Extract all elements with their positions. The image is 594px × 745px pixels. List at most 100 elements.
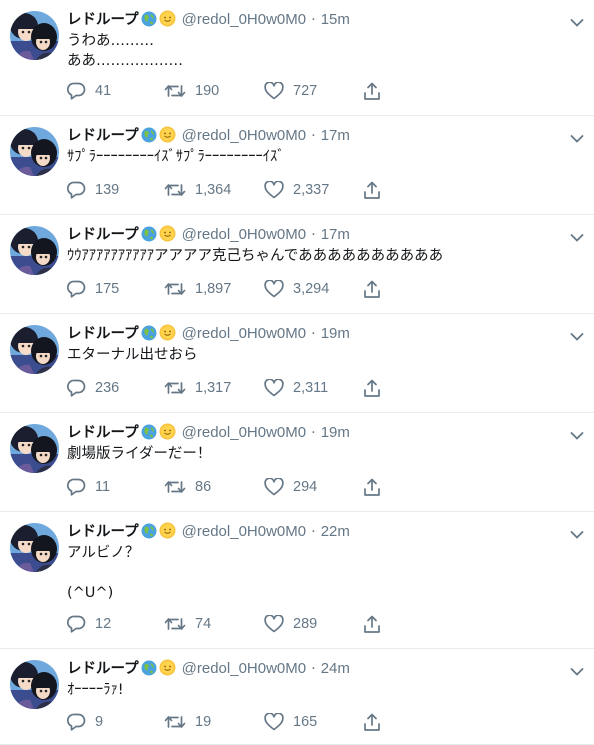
like-button[interactable]: 3,294	[264, 278, 329, 300]
user-handle[interactable]: @redol_0H0w0M0	[182, 325, 306, 342]
avatar[interactable]	[10, 226, 59, 275]
avatar[interactable]	[10, 11, 59, 60]
user-handle[interactable]: @redol_0H0w0M0	[182, 523, 306, 540]
retweet-icon	[164, 82, 186, 100]
retweet-button[interactable]: 190	[164, 80, 219, 102]
separator-dot: ·	[311, 227, 316, 243]
display-name[interactable]: レドループ	[67, 128, 139, 144]
retweet-count: 19	[195, 714, 212, 730]
reply-button[interactable]: 9	[67, 711, 103, 733]
like-button[interactable]: 294	[264, 476, 317, 498]
globe-emoji-icon	[141, 523, 157, 546]
display-name[interactable]: レドループ	[67, 227, 139, 243]
display-name[interactable]: レドループ	[67, 326, 139, 342]
user-handle[interactable]: @redol_0H0w0M0	[182, 424, 306, 441]
retweet-button[interactable]: 74	[164, 613, 211, 635]
retweet-button[interactable]: 19	[164, 711, 211, 733]
retweet-icon	[164, 181, 186, 199]
reply-icon	[67, 280, 86, 298]
heart-icon	[264, 280, 284, 298]
user-handle[interactable]: @redol_0H0w0M0	[182, 11, 306, 28]
share-button[interactable]	[363, 179, 381, 201]
share-icon	[363, 615, 381, 634]
reply-icon	[67, 379, 86, 397]
reply-button[interactable]: 12	[67, 613, 111, 635]
like-count: 294	[293, 479, 318, 495]
tweet[interactable]: レドループ @redol_0H0w0M0 · 24m ｵｰｰｰｰﾗｧ! 9 19 16…	[0, 649, 594, 745]
retweet-count: 86	[195, 479, 212, 495]
timestamp[interactable]: 19m	[321, 424, 350, 441]
share-button[interactable]	[363, 711, 381, 733]
tweet-header: レドループ @redol_0H0w0M0 · 17m	[67, 125, 350, 147]
reply-button[interactable]: 41	[67, 80, 111, 102]
reply-button[interactable]: 11	[67, 476, 110, 498]
display-name[interactable]: レドループ	[67, 661, 139, 677]
avatar[interactable]	[10, 325, 59, 374]
share-button[interactable]	[363, 278, 381, 300]
reply-count: 236	[95, 380, 120, 396]
tweet-text: ｻﾌﾟﾗｰｰｰｰｰｰｰｰｲｽﾞｻﾌﾟﾗｰｰｰｰｰｰｰｰｲｽﾞ	[67, 149, 285, 165]
avatar[interactable]	[10, 424, 59, 473]
like-button[interactable]: 727	[264, 80, 317, 102]
share-button[interactable]	[363, 476, 381, 498]
reply-count: 9	[95, 714, 104, 730]
reply-icon	[67, 181, 86, 199]
heart-icon	[264, 615, 284, 633]
share-button[interactable]	[363, 613, 381, 635]
timestamp[interactable]: 17m	[321, 226, 350, 243]
tweet-header: レドループ @redol_0H0w0M0 · 22m	[67, 521, 350, 543]
timestamp[interactable]: 24m	[321, 660, 350, 677]
retweet-count: 1,317	[195, 380, 232, 396]
separator-dot: ·	[311, 326, 316, 342]
sun-emoji-icon	[159, 659, 176, 683]
retweet-button[interactable]: 1,364	[164, 179, 231, 201]
chevron-down-icon[interactable]	[570, 525, 584, 544]
reply-button[interactable]: 175	[67, 278, 119, 300]
retweet-icon	[164, 379, 186, 397]
tweet[interactable]: レドループ @redol_0H0w0M0 · 19m 劇場版ライダーだー！ 11 86…	[0, 413, 594, 512]
tweet[interactable]: レドループ @redol_0H0w0M0 · 22m アルビノ？ (^U^) 12 7…	[0, 512, 594, 649]
avatar[interactable]	[10, 127, 59, 176]
like-button[interactable]: 289	[264, 613, 317, 635]
timestamp[interactable]: 17m	[321, 127, 350, 144]
like-button[interactable]: 165	[264, 711, 317, 733]
chevron-down-icon[interactable]	[570, 426, 584, 445]
separator-dot: ·	[311, 425, 316, 441]
share-icon	[363, 478, 381, 497]
avatar[interactable]	[10, 523, 59, 572]
chevron-down-icon[interactable]	[570, 662, 584, 681]
reply-button[interactable]: 139	[67, 179, 119, 201]
retweet-button[interactable]: 1,317	[164, 377, 231, 399]
retweet-button[interactable]: 86	[164, 476, 211, 498]
share-button[interactable]	[363, 377, 381, 399]
tweet[interactable]: レドループ @redol_0H0w0M0 · 19m エターナル出せおら 236 1,…	[0, 314, 594, 413]
retweet-icon	[164, 713, 186, 731]
timestamp[interactable]: 22m	[321, 523, 350, 540]
user-handle[interactable]: @redol_0H0w0M0	[182, 660, 306, 677]
tweet[interactable]: レドループ @redol_0H0w0M0 · 17m ｳｳｱｱｱｱｱｱｱｱｱｱアアアア…	[0, 215, 594, 314]
avatar[interactable]	[10, 660, 59, 709]
like-button[interactable]: 2,337	[264, 179, 329, 201]
retweet-icon	[164, 615, 186, 633]
user-handle[interactable]: @redol_0H0w0M0	[182, 226, 306, 243]
tweet[interactable]: レドループ @redol_0H0w0M0 · 17m ｻﾌﾟﾗｰｰｰｰｰｰｰｰｲｽﾞｻ…	[0, 116, 594, 215]
retweet-count: 74	[195, 616, 212, 632]
chevron-down-icon[interactable]	[570, 13, 584, 32]
display-name[interactable]: レドループ	[67, 524, 139, 540]
tweet-header: レドループ @redol_0H0w0M0 · 15m	[67, 9, 350, 31]
reply-button[interactable]: 236	[67, 377, 119, 399]
chevron-down-icon[interactable]	[570, 129, 584, 148]
display-name[interactable]: レドループ	[67, 12, 139, 28]
retweet-icon	[164, 280, 186, 298]
like-button[interactable]: 2,311	[264, 377, 328, 399]
heart-icon	[264, 713, 284, 731]
timestamp[interactable]: 15m	[321, 11, 350, 28]
tweet[interactable]: レドループ @redol_0H0w0M0 · 15m うわあ……… ああ……………… …	[0, 0, 594, 116]
retweet-button[interactable]: 1,897	[164, 278, 231, 300]
chevron-down-icon[interactable]	[570, 228, 584, 247]
display-name[interactable]: レドループ	[67, 425, 139, 441]
share-button[interactable]	[363, 80, 381, 102]
user-handle[interactable]: @redol_0H0w0M0	[182, 127, 306, 144]
timestamp[interactable]: 19m	[321, 325, 350, 342]
chevron-down-icon[interactable]	[570, 327, 584, 346]
